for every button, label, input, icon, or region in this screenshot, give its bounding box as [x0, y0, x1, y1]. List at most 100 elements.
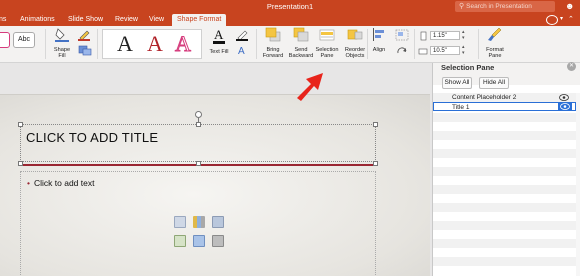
close-icon[interactable]: ✕	[567, 62, 576, 71]
text-effects-icon[interactable]: A	[236, 44, 250, 56]
content-placeholder[interactable]: • Click to add text	[20, 171, 376, 276]
list-item-label: Content Placeholder 2	[452, 94, 517, 101]
shape-height-value: 1.15"	[433, 33, 447, 39]
selection-pane-label: Selection Pane	[315, 46, 339, 60]
insert-video-icon[interactable]	[212, 235, 224, 247]
send-backward-icon	[293, 27, 309, 42]
scrollbar[interactable]	[576, 93, 580, 276]
resize-handle-bottom[interactable]	[196, 161, 201, 166]
empty-row	[433, 203, 576, 212]
text-fill-label: Text Fill	[209, 48, 229, 55]
feedback-smiley-icon[interactable]	[546, 15, 558, 25]
format-pane-button[interactable]: Format Pane	[481, 27, 509, 60]
shape-style-abc[interactable]: Abc	[13, 32, 35, 48]
slide[interactable]: CLICK TO ADD TITLE • Click to add text	[0, 94, 430, 276]
height-stepper[interactable]: ▴ ▾	[462, 29, 465, 41]
svg-text:A: A	[214, 27, 224, 42]
hide-all-button[interactable]: Hide All	[479, 77, 509, 89]
bring-forward-label: Bring Forward	[262, 46, 284, 60]
empty-row	[433, 158, 576, 167]
empty-row	[433, 239, 576, 248]
empty-row	[433, 113, 576, 122]
wordart-style-outline-pink[interactable]: A	[175, 31, 192, 56]
wordart-style-red[interactable]: A	[147, 32, 163, 56]
shape-effects-icon[interactable]	[78, 44, 92, 56]
collapse-ribbon-icon[interactable]: ⌃	[568, 15, 574, 23]
empty-row	[433, 266, 576, 275]
align-button[interactable]: Align	[368, 27, 390, 53]
shape-fill-label: Shape Fill	[53, 46, 71, 60]
resize-handle-bottom-left[interactable]	[18, 161, 23, 166]
send-backward-label: Send Backward	[288, 46, 314, 60]
ribbon-tabs: ns Animations Slide Show Review View Sha…	[0, 14, 580, 26]
insert-chart-icon[interactable]	[193, 216, 205, 228]
reorder-objects-icon	[347, 29, 363, 40]
selection-pane-button[interactable]: Selection Pane	[313, 27, 341, 60]
reorder-objects-label: Reorder Objects	[344, 46, 366, 60]
shape-fill-button[interactable]: Shape Fill	[50, 27, 74, 60]
list-item-label: Title 1	[452, 104, 470, 111]
list-item[interactable]: Content Placeholder 2	[433, 93, 576, 102]
shape-width-value: 10.5"	[433, 48, 447, 54]
content-bullet-line: • Click to add text	[27, 178, 94, 188]
search-placeholder: Search in Presentation	[466, 3, 532, 10]
insert-online-picture-icon[interactable]	[193, 235, 205, 247]
eye-icon[interactable]	[560, 103, 570, 110]
chevron-down-icon[interactable]: ▾	[560, 15, 563, 22]
wordart-style-black[interactable]: A	[117, 32, 133, 56]
resize-handle-top-right[interactable]	[373, 122, 378, 127]
rotate-icon[interactable]	[395, 44, 409, 56]
show-all-button[interactable]: Show All	[442, 77, 472, 89]
group-objects-icon[interactable]	[395, 29, 409, 41]
text-fill-icon: A	[213, 27, 225, 44]
tab-view[interactable]: View	[149, 14, 164, 26]
tab-animations[interactable]: Animations	[20, 14, 55, 26]
tab-review[interactable]: Review	[115, 14, 138, 26]
reorder-objects-button[interactable]: Reorder Objects	[341, 27, 369, 60]
title-bar: Presentation1 ⚲ Search in Presentation ☻	[0, 0, 580, 14]
tab-transitions[interactable]: ns	[0, 14, 6, 26]
selection-pane-icon	[319, 29, 335, 41]
svg-text:A: A	[238, 46, 245, 56]
empty-row	[433, 212, 576, 221]
align-icon	[373, 28, 384, 41]
empty-row	[433, 221, 576, 230]
insert-smartart-icon[interactable]	[212, 216, 224, 228]
search-field[interactable]: ⚲ Search in Presentation	[455, 1, 555, 12]
tab-slide-show[interactable]: Slide Show	[68, 14, 103, 26]
empty-row	[433, 257, 576, 266]
text-outline-icon[interactable]	[236, 29, 250, 41]
divider	[478, 29, 479, 59]
title-placeholder[interactable]: CLICK TO ADD TITLE	[20, 124, 376, 162]
empty-row	[433, 248, 576, 257]
empty-row	[433, 149, 576, 158]
empty-row	[433, 176, 576, 185]
divider	[97, 29, 98, 59]
align-label: Align	[372, 46, 386, 53]
list-item-selected[interactable]: Title 1	[433, 102, 576, 111]
eye-icon[interactable]	[559, 94, 569, 101]
resize-handle-top-left[interactable]	[18, 122, 23, 127]
visibility-toggle[interactable]	[558, 102, 572, 111]
empty-row	[433, 230, 576, 239]
bring-forward-button[interactable]: Bring Forward	[258, 27, 288, 60]
resize-handle-bottom-right[interactable]	[373, 161, 378, 166]
resize-handle-top[interactable]	[196, 122, 201, 127]
divider	[256, 29, 257, 59]
empty-row	[433, 185, 576, 194]
insert-picture-icon[interactable]	[174, 235, 186, 247]
shape-style-pink[interactable]	[0, 32, 10, 48]
pen-outline-icon[interactable]	[78, 29, 92, 41]
shape-width-input[interactable]: 10.5"	[430, 46, 460, 55]
send-backward-button[interactable]: Send Backward	[286, 27, 316, 60]
content-placeholder-text: Click to add text	[33, 178, 95, 188]
tab-shape-format[interactable]: Shape Format	[172, 14, 227, 26]
shape-height-input[interactable]: 1.15"	[430, 31, 460, 40]
text-fill-button[interactable]: A Text Fill	[206, 27, 232, 55]
paintbrush-icon	[488, 27, 502, 41]
width-stepper[interactable]: ▴ ▾	[462, 44, 465, 56]
wordart-styles-gallery[interactable]: A A A	[102, 29, 202, 59]
add-user-icon[interactable]: ☻	[565, 1, 577, 12]
rotation-handle[interactable]	[195, 111, 202, 118]
insert-table-icon[interactable]	[174, 216, 186, 228]
